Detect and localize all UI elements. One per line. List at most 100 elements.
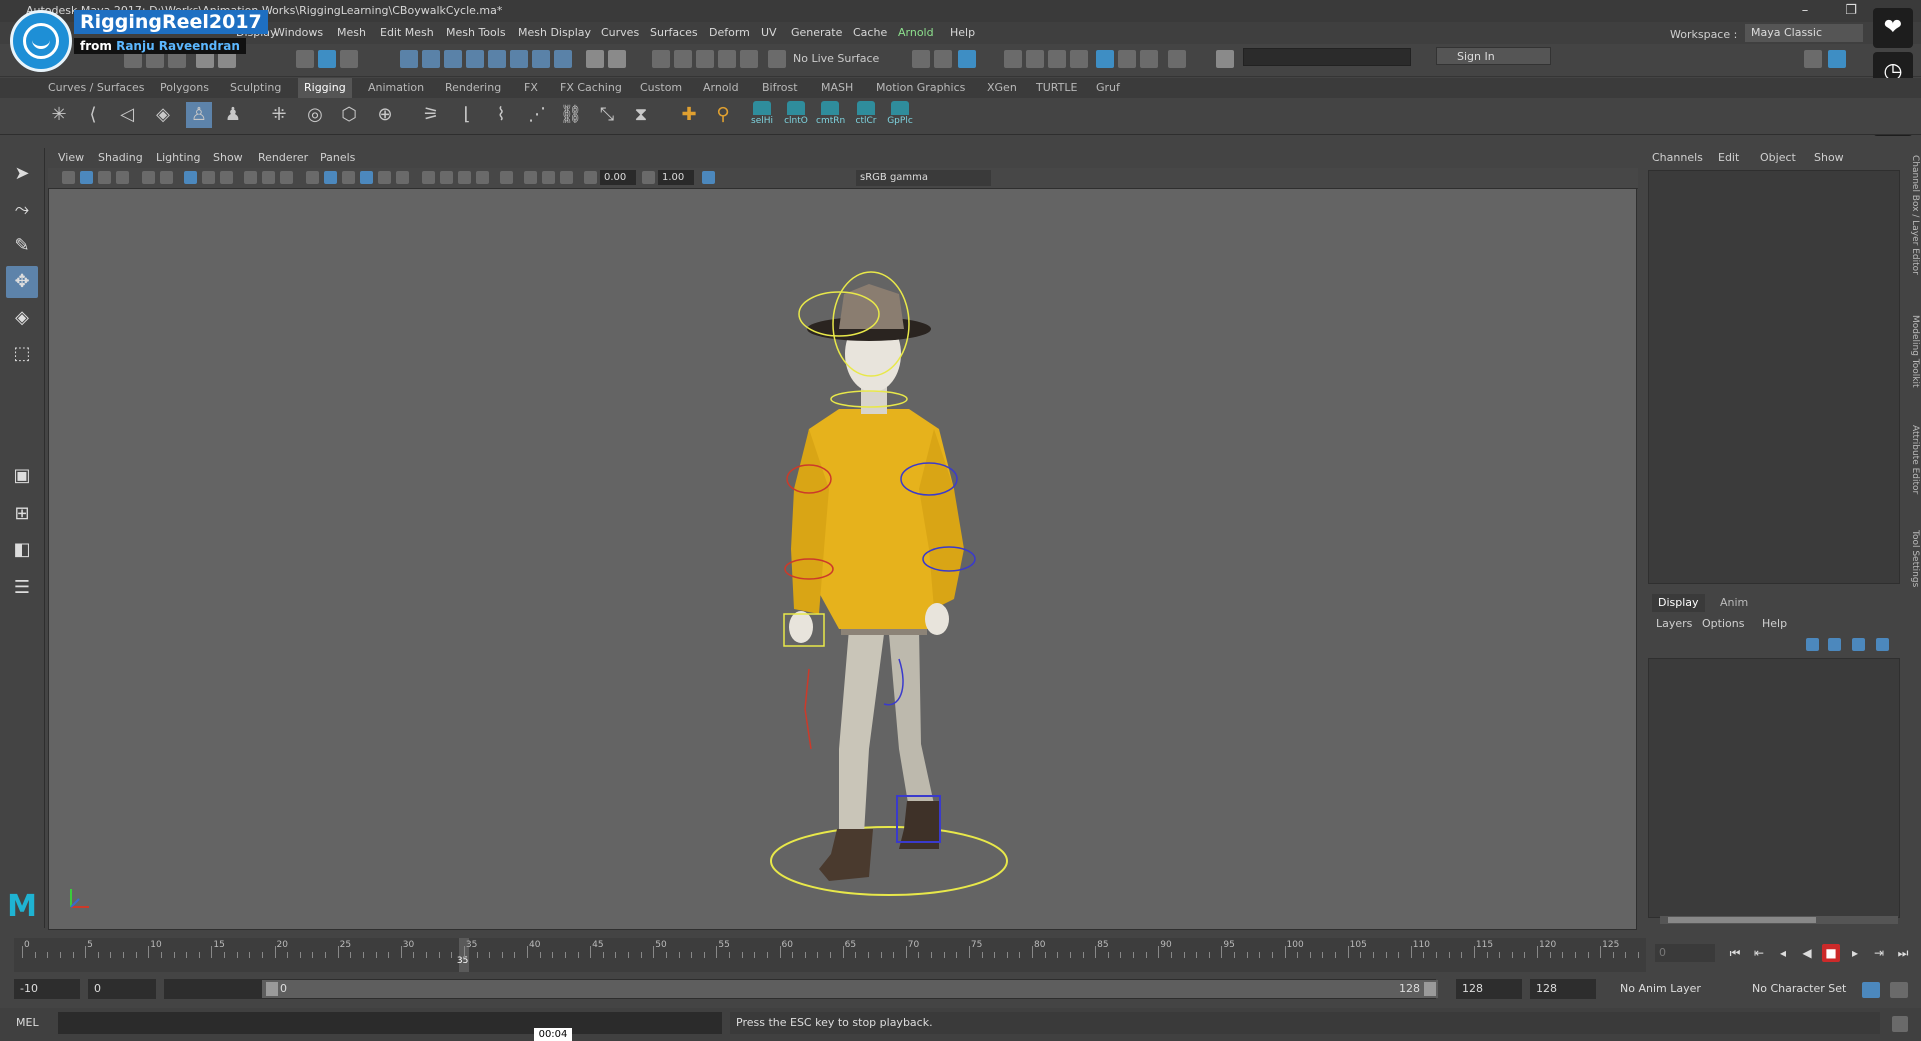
gamma-field[interactable]: 1.00 — [658, 170, 694, 185]
rotate-tool-icon[interactable]: ◈ — [6, 302, 38, 334]
pause-ipr-icon[interactable] — [1168, 50, 1186, 68]
scrollbar-thumb[interactable] — [1668, 917, 1816, 923]
tab-tool-settings[interactable]: Tool Settings — [1906, 530, 1920, 587]
shadows-icon[interactable] — [422, 171, 435, 184]
snap-surface-icon[interactable] — [740, 50, 758, 68]
ik-handle-icon[interactable]: ⟨ — [80, 102, 106, 128]
select-by-joint-icon[interactable] — [422, 50, 440, 68]
select-by-curve-icon[interactable] — [444, 50, 462, 68]
exposure-field[interactable]: 0.00 — [600, 170, 636, 185]
workspace-dropdown[interactable]: Maya Classic — [1745, 24, 1863, 42]
output-ops-icon[interactable] — [934, 50, 952, 68]
render-frame-icon[interactable] — [1026, 50, 1044, 68]
move-layer-up-icon[interactable] — [1806, 638, 1819, 651]
layer-menu-layers[interactable]: Layers — [1656, 617, 1692, 630]
viewport-menu-lighting[interactable]: Lighting — [156, 151, 200, 164]
grid-icon[interactable] — [184, 171, 197, 184]
channel-box-menu-object[interactable]: Object — [1760, 151, 1796, 164]
play-backward-icon[interactable]: ◀ — [1798, 944, 1816, 962]
tab-custom[interactable]: Custom — [640, 81, 682, 94]
snap-view-icon[interactable] — [718, 50, 736, 68]
paint-weights-icon[interactable]: ⌇ — [488, 102, 514, 128]
gamma-icon[interactable] — [642, 171, 655, 184]
tab-turtle[interactable]: TURTLE — [1036, 81, 1077, 94]
anim-layer-dropdown[interactable]: No Anim Layer — [1620, 982, 1701, 995]
layer-editor-area[interactable] — [1648, 658, 1900, 918]
arnold-render-icon[interactable] — [1118, 50, 1136, 68]
select-camera-icon[interactable] — [62, 171, 75, 184]
channel-box-menu-show[interactable]: Show — [1814, 151, 1844, 164]
gate-mask-icon[interactable] — [244, 171, 257, 184]
channel-box-toggle-icon[interactable] — [1828, 50, 1846, 68]
exposure-icon[interactable] — [584, 171, 597, 184]
field-chart-icon[interactable] — [262, 171, 275, 184]
select-objects-icon[interactable] — [318, 50, 336, 68]
layer-menu-help[interactable]: Help — [1762, 617, 1787, 630]
ik-spline-icon[interactable]: ◁ — [114, 102, 140, 128]
animation-preferences-icon[interactable] — [1890, 982, 1908, 998]
live-surface-icon[interactable] — [768, 50, 786, 68]
tab-fx-caching[interactable]: FX Caching — [560, 81, 622, 94]
color-management-icon[interactable] — [702, 171, 715, 184]
lock-icon[interactable] — [586, 50, 604, 68]
range-slider-handle[interactable] — [262, 980, 1438, 998]
modeling-toolkit-toggle-icon[interactable] — [1804, 50, 1822, 68]
safe-action-icon[interactable] — [280, 171, 293, 184]
two-view-icon[interactable]: ◧ — [6, 534, 38, 566]
auto-key-icon[interactable] — [1862, 982, 1880, 998]
snap-grid-icon[interactable] — [652, 50, 670, 68]
viewport-persp[interactable] — [48, 188, 1637, 930]
tab-anim[interactable]: Anim — [1720, 596, 1748, 609]
channel-box-menu-edit[interactable]: Edit — [1718, 151, 1739, 164]
tab-fx[interactable]: FX — [524, 81, 538, 94]
menu-deform[interactable]: Deform — [709, 26, 750, 39]
scale-tool-icon[interactable]: ⬚ — [6, 338, 38, 370]
tab-display[interactable]: Display — [1652, 594, 1705, 612]
x-ray-joints-icon[interactable] — [542, 171, 555, 184]
prune-weights-icon[interactable]: ⤡ — [594, 102, 620, 128]
script-editor-icon[interactable] — [1892, 1016, 1908, 1032]
snap-curve-icon[interactable] — [674, 50, 692, 68]
tab-xgen[interactable]: XGen — [987, 81, 1017, 94]
menu-mesh[interactable]: Mesh — [337, 26, 366, 39]
single-view-icon[interactable]: ▣ — [6, 460, 38, 492]
backface-culling-icon[interactable] — [560, 171, 573, 184]
new-layer-selected-icon[interactable] — [1876, 638, 1889, 651]
stop-playback-icon[interactable]: ■ — [1822, 944, 1840, 962]
cluster-icon[interactable]: ◎ — [302, 102, 328, 128]
hypershade-icon[interactable] — [1096, 50, 1114, 68]
tab-rendering[interactable]: Rendering — [445, 81, 501, 94]
tab-motion-graphics[interactable]: Motion Graphics — [876, 81, 965, 94]
input-field-mode-icon[interactable] — [1216, 50, 1234, 68]
render-settings-icon[interactable] — [1070, 50, 1088, 68]
menu-uv[interactable]: UV — [761, 26, 777, 39]
wireframe-icon[interactable] — [306, 171, 319, 184]
command-input[interactable] — [58, 1012, 722, 1034]
detach-skin-icon[interactable]: ⌊ — [454, 102, 480, 128]
ipr-render-icon[interactable] — [1048, 50, 1066, 68]
left-knee-control[interactable] — [804, 668, 812, 750]
film-gate-icon[interactable] — [202, 171, 215, 184]
anti-aliasing-icon[interactable] — [476, 171, 489, 184]
menu-edit-mesh[interactable]: Edit Mesh — [380, 26, 434, 39]
isolate-select-icon[interactable] — [500, 171, 513, 184]
screen-space-ao-icon[interactable] — [440, 171, 453, 184]
camera-attributes-icon[interactable] — [80, 171, 93, 184]
menu-generate[interactable]: Generate — [791, 26, 842, 39]
textured-icon[interactable] — [378, 171, 391, 184]
menu-arnold[interactable]: Arnold — [898, 26, 934, 39]
blend-shape-icon[interactable]: ⧗ — [628, 102, 654, 128]
2d-pan-zoom-icon[interactable] — [160, 171, 173, 184]
tab-sculpting[interactable]: Sculpting — [230, 81, 281, 94]
insert-joint-icon[interactable]: ◈ — [150, 102, 176, 128]
resolution-gate-icon[interactable] — [220, 171, 233, 184]
menu-windows[interactable]: Windows — [274, 26, 323, 39]
range-start-cap[interactable] — [266, 982, 278, 996]
select-components-icon[interactable] — [340, 50, 358, 68]
sign-in-button[interactable]: Sign In — [1436, 47, 1551, 65]
orient-constraint-icon[interactable]: ⚲ — [710, 102, 736, 128]
shelf-button-gpplc[interactable]: GpPlc — [886, 101, 914, 131]
construction-history-icon[interactable] — [958, 50, 976, 68]
shelf-button-clnto[interactable]: clntO — [782, 101, 810, 131]
snap-point-icon[interactable] — [696, 50, 714, 68]
